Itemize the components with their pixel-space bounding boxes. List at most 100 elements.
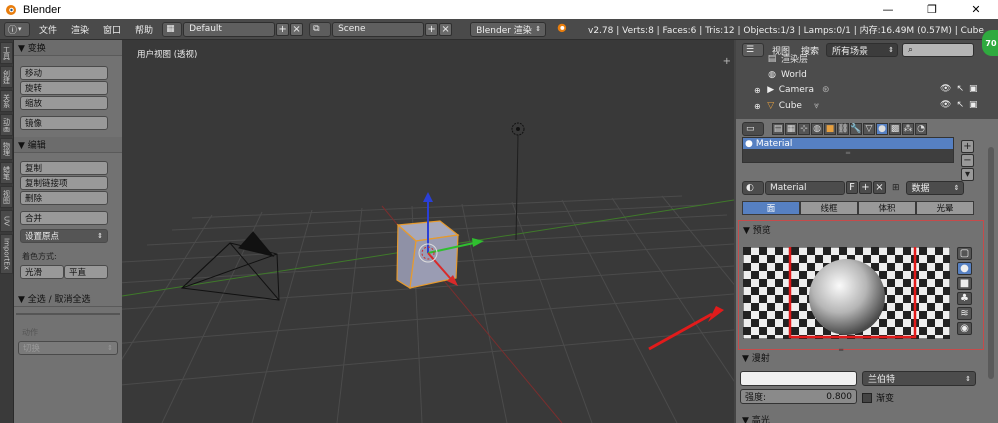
outliner-item-render-layers[interactable]: ▤ 渲染层: [766, 52, 808, 66]
fake-user-button[interactable]: F: [846, 181, 858, 194]
unlink-material-button[interactable]: ×: [873, 181, 886, 194]
add-scene-button[interactable]: +: [425, 22, 439, 36]
properties-editor-type-button[interactable]: ▭: [742, 122, 764, 136]
set-origin-dropdown[interactable]: 设置原点 ⇕: [20, 229, 108, 243]
object-tab-icon[interactable]: ■: [824, 123, 836, 135]
delete-button[interactable]: 删除: [20, 191, 108, 205]
screen-layout-icon-button[interactable]: ▦: [162, 21, 183, 37]
scene-icon-button[interactable]: ⧉: [309, 21, 332, 37]
modifiers-tab-icon[interactable]: 🔧: [850, 123, 862, 135]
action-dropdown[interactable]: 切换 ⇕: [18, 341, 118, 355]
new-material-button[interactable]: +: [859, 181, 872, 194]
outliner-item-cube[interactable]: ⊕ ▽ Cube ⩔: [754, 100, 819, 112]
preview-monkey-button[interactable]: ♣: [957, 292, 972, 305]
properties-scrollbar[interactable]: [988, 147, 994, 379]
select-arrow-icon[interactable]: ↖: [956, 84, 964, 94]
tab-uv[interactable]: UV: [0, 210, 13, 232]
viewport-add-region-icon[interactable]: +: [723, 56, 731, 67]
remove-scene-button[interactable]: ×: [439, 22, 453, 36]
diffuse-shader-dropdown[interactable]: 兰伯特 ⇕: [862, 371, 976, 386]
edit-panel-header[interactable]: ▼ 编辑: [14, 137, 122, 153]
preview-hair-button[interactable]: ≋: [957, 307, 972, 320]
minimize-button[interactable]: —: [866, 0, 910, 19]
render-tab-icon[interactable]: ▤: [772, 123, 784, 135]
preview-flat-button[interactable]: ▢: [957, 247, 972, 260]
tab-importex[interactable]: ImportEx: [0, 234, 13, 274]
tab-view[interactable]: 视图: [0, 186, 13, 208]
diffuse-color-swatch[interactable]: [740, 371, 857, 386]
scale-button[interactable]: 缩放: [20, 96, 108, 110]
nodes-icon[interactable]: ⊞: [892, 183, 900, 193]
preview-world-button[interactable]: ◉: [957, 322, 972, 335]
preview-panel-header[interactable]: ▼ 预览: [739, 221, 983, 237]
duplicate-button[interactable]: 复制: [20, 161, 108, 175]
material-tab-icon[interactable]: ●: [876, 123, 888, 135]
specular-panel-header[interactable]: ▼ 高光: [742, 413, 770, 423]
overlay-badge[interactable]: 70: [982, 30, 998, 56]
scene-field[interactable]: Scene: [332, 21, 425, 37]
tab-surface[interactable]: 面: [742, 201, 800, 215]
rotate-button[interactable]: 旋转: [20, 81, 108, 95]
outliner-item-world[interactable]: ◍ World: [766, 69, 807, 81]
menu-help[interactable]: 帮助: [135, 23, 153, 36]
remove-slot-button[interactable]: −: [961, 154, 974, 167]
tab-physics[interactable]: 物理: [0, 138, 13, 160]
menu-render[interactable]: 渲染: [71, 23, 89, 36]
move-button[interactable]: 移动: [20, 66, 108, 80]
remove-layout-button[interactable]: ×: [290, 22, 304, 36]
join-button[interactable]: 合并: [20, 211, 108, 225]
material-name-field[interactable]: Material: [765, 180, 845, 195]
tab-halo[interactable]: 光晕: [916, 201, 974, 215]
material-slot-list[interactable]: ● Material ═: [742, 137, 954, 163]
tab-relations[interactable]: 关系: [0, 90, 13, 112]
world-tab-icon[interactable]: ◍: [811, 123, 823, 135]
duplicate-linked-button[interactable]: 复制链接项: [20, 176, 108, 190]
diffuse-intensity-slider[interactable]: 强度: 0.800: [740, 389, 857, 404]
material-slot-row[interactable]: ● Material: [743, 138, 953, 149]
render-camera-icon[interactable]: ▣: [969, 84, 978, 94]
3d-viewport[interactable]: 用户视图 (透视) +: [122, 40, 734, 423]
add-slot-button[interactable]: +: [961, 140, 974, 153]
visibility-eye-icon[interactable]: 👁: [940, 84, 951, 94]
diffuse-panel-header[interactable]: ▼ 漫射: [738, 349, 984, 365]
add-layout-button[interactable]: +: [276, 22, 290, 36]
outliner-item-camera[interactable]: ⊕ ▶ Camera ⊛: [754, 84, 830, 96]
preview-sphere-button[interactable]: ●: [957, 262, 972, 275]
close-button[interactable]: ✕: [954, 0, 998, 19]
constraints-tab-icon[interactable]: ⛓: [837, 123, 849, 135]
outliner-search-input[interactable]: ⌕: [902, 43, 975, 57]
render-camera-icon[interactable]: ▣: [969, 100, 978, 110]
list-resize-handle[interactable]: ═: [743, 149, 953, 157]
render-engine-dropdown[interactable]: Blender 渲染 ⇕: [470, 21, 547, 37]
transform-panel-header[interactable]: ▼ 变换: [14, 40, 122, 56]
mirror-button[interactable]: 镜像: [20, 116, 108, 130]
ramp-checkbox[interactable]: [862, 392, 872, 403]
material-link-dropdown[interactable]: 数据 ⇕: [905, 180, 964, 195]
shade-flat-button[interactable]: 平直: [64, 265, 108, 279]
menu-file[interactable]: 文件: [39, 23, 57, 36]
data-tab-icon[interactable]: ▽: [863, 123, 875, 135]
scene-tab-icon[interactable]: ⊹: [798, 123, 810, 135]
tab-animation[interactable]: 动画: [0, 114, 13, 136]
tab-volume[interactable]: 体积: [858, 201, 916, 215]
render-layers-tab-icon[interactable]: ▦: [785, 123, 797, 135]
preview-cube-button[interactable]: ■: [957, 277, 972, 290]
shade-smooth-button[interactable]: 光滑: [20, 265, 64, 279]
maximize-button[interactable]: ❐: [910, 0, 954, 19]
outliner-editor-type-button[interactable]: ☰: [742, 43, 764, 57]
texture-tab-icon[interactable]: ▩: [889, 123, 901, 135]
outliner-filter-dropdown[interactable]: 所有场景 ⇕: [826, 43, 899, 57]
editor-type-info-button[interactable]: ⓘ ▾: [4, 21, 30, 37]
tab-wire[interactable]: 线框: [800, 201, 858, 215]
browse-material-button[interactable]: ◐: [742, 180, 764, 195]
tab-create[interactable]: 创建: [0, 66, 13, 88]
physics-tab-icon[interactable]: ◔: [915, 123, 927, 135]
layout-field[interactable]: Default: [183, 21, 276, 37]
visibility-eye-icon[interactable]: 👁: [940, 100, 951, 110]
select-arrow-icon[interactable]: ↖: [956, 100, 964, 110]
particles-tab-icon[interactable]: ⁂: [902, 123, 914, 135]
tab-tools[interactable]: 工具: [0, 42, 13, 64]
tab-grease-pencil[interactable]: 蜡笔: [0, 162, 13, 184]
menu-window[interactable]: 窗口: [103, 23, 121, 36]
select-all-panel-header[interactable]: ▼ 全选 / 取消全选: [14, 291, 122, 307]
